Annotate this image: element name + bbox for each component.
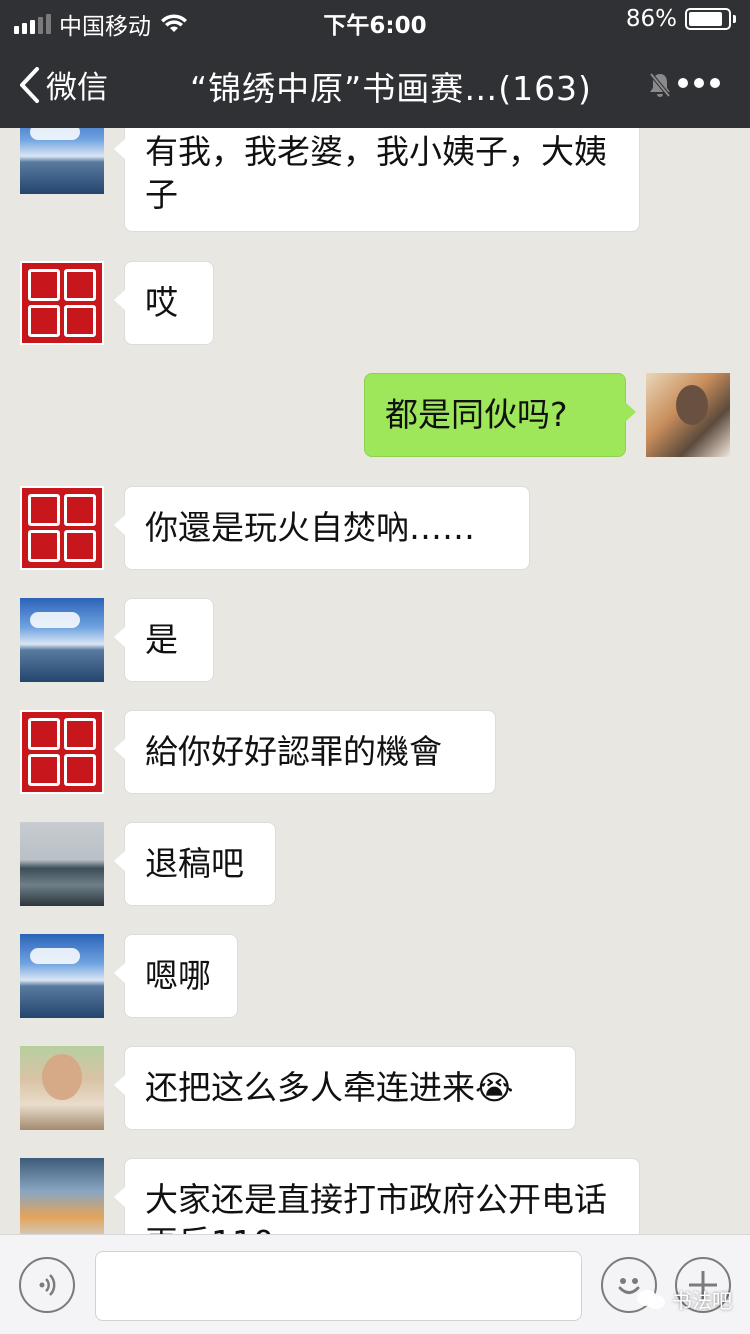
- avatar[interactable]: [20, 598, 104, 682]
- battery-percent: 86%: [625, 6, 677, 32]
- back-label: 微信: [46, 70, 108, 106]
- chat-message-row: 有我，我老婆，我小姨子，大姨子: [0, 128, 750, 232]
- received-message-bubble[interactable]: 大家还是直接打市政府公开电话再反110: [114, 1158, 640, 1234]
- chat-message-row: 大家还是直接打市政府公开电话再反110: [0, 1158, 750, 1234]
- received-message-bubble[interactable]: 有我，我老婆，我小姨子，大姨子: [114, 128, 640, 232]
- chat-message-row: 退稿吧: [0, 822, 750, 906]
- avatar[interactable]: [20, 486, 104, 570]
- chat-message-row: 你還是玩火自焚吶……: [0, 486, 750, 570]
- nav-bar: 微信 “锦绣中原”书画赛…(163): [0, 40, 750, 128]
- chat-list[interactable]: 有我，我老婆，我小姨子，大姨子哎都是同伙吗? 你還是玩火自焚吶…… 是給你好好認罪的…: [0, 128, 750, 1234]
- wechat-icon: [637, 1289, 665, 1309]
- avatar[interactable]: [20, 261, 104, 345]
- received-message-bubble[interactable]: 是: [114, 598, 214, 682]
- battery-icon: [685, 8, 731, 30]
- battery-indicator: 86%: [626, 6, 736, 32]
- avatar[interactable]: [20, 710, 104, 794]
- chat-message-row: 还把这么多人牵连进来😭: [0, 1046, 750, 1130]
- back-button[interactable]: 微信: [18, 62, 108, 107]
- avatar[interactable]: [20, 934, 104, 1018]
- voice-button[interactable]: [19, 1257, 75, 1313]
- chevron-left-icon: [20, 66, 39, 103]
- chat-message-row: 給你好好認罪的機會: [0, 710, 750, 794]
- watermark: 书法吧: [636, 1285, 732, 1314]
- sent-message-bubble[interactable]: 都是同伙吗?: [364, 373, 636, 457]
- chat-message-row: 哎: [0, 261, 750, 345]
- status-bar: 中国移动 下午6:00 86%: [0, 0, 750, 40]
- chat-message-row: 嗯哪: [0, 934, 750, 1018]
- received-message-bubble[interactable]: 嗯哪: [114, 934, 238, 1018]
- more-dots-icon[interactable]: [678, 78, 720, 88]
- voice-icon: [39, 1274, 56, 1296]
- avatar[interactable]: [20, 1158, 104, 1234]
- received-message-bubble[interactable]: 退稿吧: [114, 822, 276, 906]
- chat-message-row: 是: [0, 598, 750, 682]
- avatar[interactable]: [20, 128, 104, 194]
- chat-title: “锦绣中原”书画赛…(163): [190, 69, 592, 108]
- input-bar: [0, 1234, 750, 1334]
- received-message-bubble[interactable]: 哎: [114, 261, 214, 345]
- watermark-text: 书法吧: [672, 1289, 732, 1313]
- received-message-bubble[interactable]: 还把这么多人牵连进来😭: [114, 1046, 576, 1130]
- avatar[interactable]: [20, 1046, 104, 1130]
- bell-slash-icon: [649, 72, 671, 98]
- received-message-bubble[interactable]: 你還是玩火自焚吶……: [114, 486, 530, 570]
- chat-message-row: 都是同伙吗?: [0, 373, 750, 457]
- received-message-bubble[interactable]: 給你好好認罪的機會: [114, 710, 496, 794]
- avatar[interactable]: [646, 373, 730, 457]
- message-input[interactable]: [95, 1251, 582, 1321]
- avatar[interactable]: [20, 822, 104, 906]
